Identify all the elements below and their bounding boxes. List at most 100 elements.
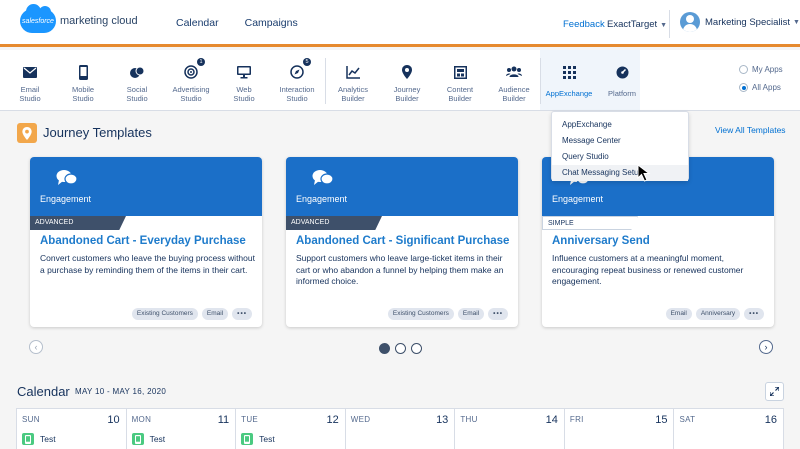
calendar-day-mon[interactable]: MON 11 Test: [127, 409, 237, 449]
tag: Existing Customers: [131, 308, 198, 320]
avatar: [680, 12, 700, 32]
carousel-prev-button[interactable]: ‹: [29, 340, 43, 354]
pager-dot-active[interactable]: [379, 343, 390, 354]
app-analytics-builder[interactable]: Analytics Builder: [325, 64, 381, 103]
app-interaction-studio[interactable]: 5 Interaction Studio: [269, 58, 325, 103]
account-name: ExactTarget: [607, 19, 658, 30]
calendar-event[interactable]: Test: [131, 433, 166, 445]
notification-badge: 5: [303, 58, 311, 66]
event-title: Test: [149, 434, 166, 444]
expand-button[interactable]: [765, 382, 784, 401]
social-icon: [109, 64, 165, 80]
global-header: salesforce marketing cloud Calendar Camp…: [0, 0, 800, 47]
card-title[interactable]: Abandoned Cart - Significant Purchase: [296, 235, 509, 247]
card-title[interactable]: Abandoned Cart - Everyday Purchase: [40, 235, 246, 247]
header-divider: [669, 10, 670, 38]
logo-text: marketing cloud: [60, 15, 138, 27]
menu-item-message-center[interactable]: Message Center: [552, 133, 688, 149]
all-apps-radio[interactable]: All Apps: [739, 83, 781, 92]
app-advertising-studio[interactable]: 1 Advertising Studio: [163, 58, 219, 103]
pager-dot[interactable]: [411, 343, 422, 354]
more-tags-button[interactable]: •••: [232, 308, 252, 320]
calendar-date-range: MAY 10 - MAY 16, 2020: [75, 387, 167, 396]
template-card-anniversary-send[interactable]: Engagement SIMPLE Anniversary Send Influ…: [542, 157, 774, 327]
salesforce-cloud-icon: salesforce: [20, 4, 56, 33]
app-grid-icon: [540, 64, 598, 80]
app-content-builder[interactable]: Content Builder: [432, 64, 488, 103]
chart-icon: [325, 64, 381, 80]
gauge-icon: [594, 64, 650, 80]
radio-unchecked-icon: [739, 65, 748, 74]
user-menu[interactable]: Marketing Specialist ▼: [680, 12, 800, 32]
tag: Anniversary: [695, 308, 741, 320]
app-audience-builder[interactable]: Audience Builder: [486, 64, 542, 103]
day-name: THU: [460, 415, 478, 424]
event-title: Test: [259, 434, 275, 444]
app-platform[interactable]: Platform: [594, 64, 650, 98]
mobile-icon: [55, 64, 111, 80]
app-journey-builder[interactable]: Journey Builder: [379, 64, 435, 103]
day-name: SAT: [679, 415, 696, 424]
day-name: WED: [350, 415, 371, 424]
app-appexchange[interactable]: AppExchange: [540, 64, 598, 98]
calendar-day-thu[interactable]: THU 14: [455, 409, 565, 449]
journey-pin-icon: [17, 123, 37, 143]
calendar-event[interactable]: Test: [241, 433, 275, 445]
nav-calendar[interactable]: Calendar: [176, 17, 219, 29]
more-tags-button[interactable]: •••: [488, 308, 508, 320]
view-all-templates-link[interactable]: View All Templates: [715, 125, 786, 135]
app-social-studio[interactable]: Social Studio: [109, 64, 165, 103]
app-switcher-bar: Email Studio Mobile Studio Social Studio 1 …: [0, 50, 800, 111]
card-title[interactable]: Anniversary Send: [552, 235, 650, 247]
radio-checked-icon: [739, 83, 748, 92]
feedback-link[interactable]: Feedback: [563, 19, 605, 30]
marketing-cloud-logo[interactable]: salesforce marketing cloud: [20, 4, 138, 33]
content-icon: [432, 64, 488, 80]
more-tags-button[interactable]: •••: [744, 308, 764, 320]
mouse-pointer-icon: [637, 163, 653, 187]
card-hero: Engagement: [286, 157, 518, 216]
pager-dot[interactable]: [395, 343, 406, 354]
caret-down-icon: ▼: [793, 18, 800, 26]
notification-badge: 1: [197, 58, 205, 66]
menu-item-appexchange[interactable]: AppExchange: [552, 117, 688, 133]
template-card-abandoned-cart-significant[interactable]: Engagement ADVANCED Abandoned Cart - Sig…: [286, 157, 518, 327]
app-web-studio[interactable]: Web Studio: [216, 64, 272, 103]
mobile-event-icon: [241, 433, 254, 445]
menu-item-chat-messaging-setup[interactable]: Chat Messaging Setup: [552, 165, 688, 181]
tag: Email: [457, 308, 485, 320]
app-mobile-studio[interactable]: Mobile Studio: [55, 64, 111, 103]
calendar-event[interactable]: Test: [22, 433, 56, 445]
account-switcher[interactable]: ExactTarget ▼: [607, 19, 667, 30]
calendar-day-fri[interactable]: FRI 15: [565, 409, 675, 449]
menu-item-query-studio[interactable]: Query Studio: [552, 149, 688, 165]
day-date: 13: [436, 414, 449, 426]
calendar-day-sun[interactable]: SUN 10 Test: [17, 409, 127, 449]
day-date: 12: [326, 414, 339, 426]
app-email-studio[interactable]: Email Studio: [2, 64, 58, 103]
my-apps-radio[interactable]: My Apps: [739, 65, 783, 74]
card-tags: Existing Customers Email •••: [387, 308, 508, 320]
card-description: Convert customers who leave the buying p…: [40, 253, 255, 275]
user-name: Marketing Specialist: [705, 16, 791, 28]
calendar-day-wed[interactable]: WED 13: [346, 409, 456, 449]
calendar-day-sat[interactable]: SAT 16: [674, 409, 783, 449]
monitor-icon: [216, 64, 272, 80]
mobile-event-icon: [131, 433, 144, 445]
card-category: Engagement: [552, 194, 604, 204]
expand-icon: [770, 387, 779, 396]
nav-campaigns[interactable]: Campaigns: [245, 17, 298, 29]
journey-templates-title: Journey Templates: [43, 125, 152, 140]
card-category: Engagement: [296, 194, 348, 204]
template-card-abandoned-cart-everyday[interactable]: Engagement ADVANCED Abandoned Cart - Eve…: [30, 157, 262, 327]
level-ribbon: ADVANCED: [30, 216, 126, 230]
card-tags: Email Anniversary •••: [665, 308, 764, 320]
day-date: 16: [764, 414, 778, 426]
card-tags: Existing Customers Email •••: [131, 308, 252, 320]
card-hero: Engagement: [30, 157, 262, 216]
carousel-next-button[interactable]: ›: [759, 340, 773, 354]
tag: Email: [665, 308, 692, 320]
calendar-title: Calendar: [17, 384, 70, 399]
envelope-icon: [2, 64, 58, 80]
calendar-day-tue[interactable]: TUE 12 Test: [236, 409, 346, 449]
